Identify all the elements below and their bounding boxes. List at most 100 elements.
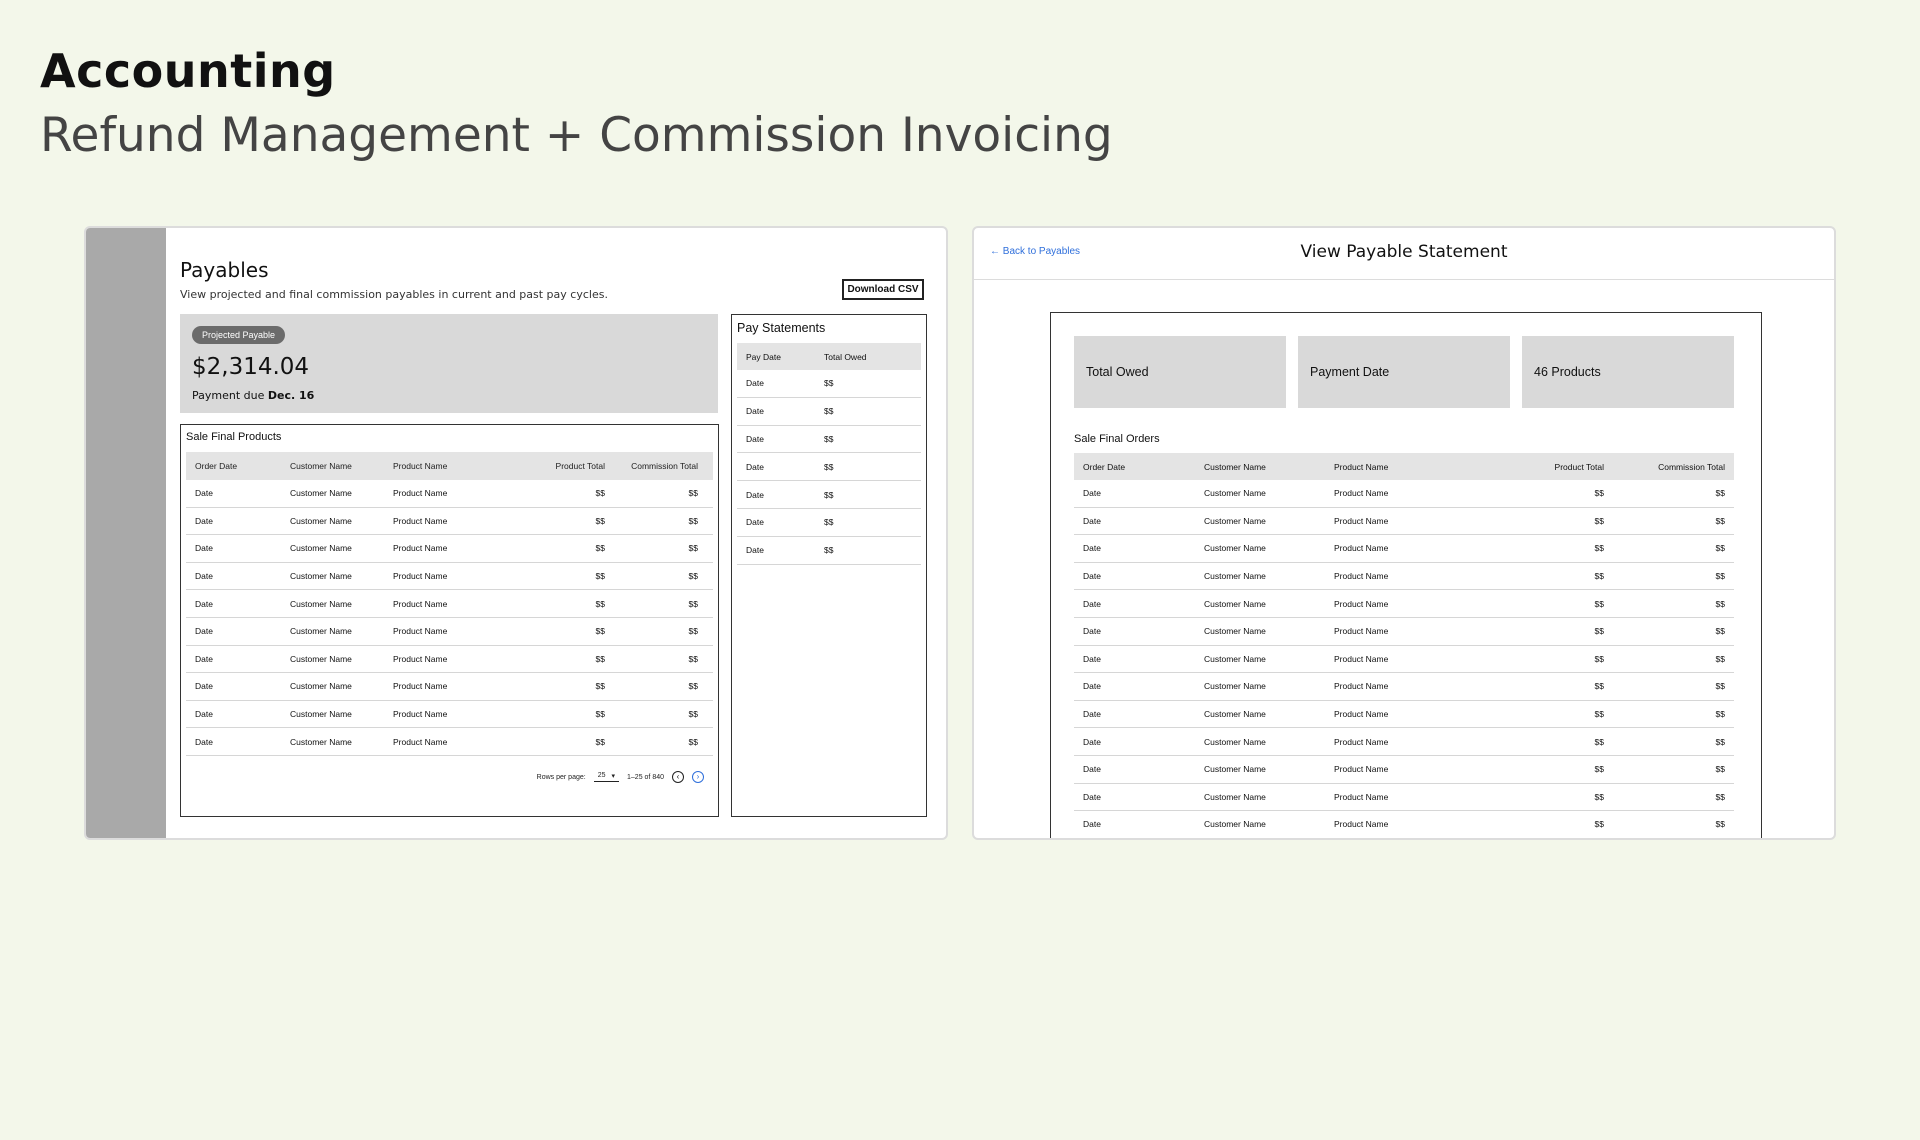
table-row[interactable]: Date Customer Name Product Name $$ $$ (186, 535, 713, 563)
table-cell: $$ (824, 489, 834, 500)
table-row[interactable]: Date Customer Name Product Name $$ $$ (1074, 811, 1734, 838)
table-row[interactable]: Date Customer Name Product Name $$ $$ (186, 673, 713, 701)
table-row[interactable]: Date $$ (737, 481, 921, 509)
payable-statement-screen: ← Back to Payables View Payable Statemen… (972, 226, 1836, 840)
table-cell: Date (195, 571, 213, 582)
table-row[interactable]: Date Customer Name Product Name $$ $$ (1074, 480, 1734, 508)
total-owed-card: Total Owed (1074, 336, 1286, 408)
table-cell: Customer Name (1204, 764, 1266, 775)
table-cell: $$ (824, 517, 834, 528)
column-header[interactable]: Order Date (1074, 462, 1204, 472)
table-cell: $$ (1715, 791, 1725, 802)
table-cell: Date (746, 517, 764, 528)
table-row[interactable]: Date Customer Name Product Name $$ $$ (186, 701, 713, 729)
table-row[interactable]: Date $$ (737, 537, 921, 565)
table-cell: Date (195, 515, 213, 526)
table-cell: Product Name (1334, 764, 1389, 775)
statement-document: Total Owed Payment Date 46 Products Sale… (1050, 312, 1762, 838)
table-cell: $$ (1594, 653, 1604, 664)
table-cell: Customer Name (1204, 736, 1266, 747)
table-cell: Date (1083, 791, 1101, 802)
table-cell: Date (195, 488, 213, 499)
table-cell: Customer Name (290, 598, 352, 609)
column-header[interactable]: Total Owed (824, 352, 921, 362)
table-cell: Product Name (393, 515, 448, 526)
table-cell: Customer Name (1204, 571, 1266, 582)
table-row[interactable]: Date Customer Name Product Name $$ $$ (1074, 728, 1734, 756)
table-row[interactable]: Date Customer Name Product Name $$ $$ (186, 563, 713, 591)
table-cell: Product Name (1334, 736, 1389, 747)
table-cell: Customer Name (290, 571, 352, 582)
table-row[interactable]: Date $$ (737, 398, 921, 426)
table-cell: Product Name (1334, 515, 1389, 526)
table-cell: Date (1083, 488, 1101, 499)
table-row[interactable]: Date Customer Name Product Name $$ $$ (1074, 673, 1734, 701)
column-header[interactable]: Pay Date (737, 352, 824, 362)
table-cell: $$ (1594, 598, 1604, 609)
table-cell: Product Name (393, 488, 448, 499)
table-row[interactable]: Date $$ (737, 370, 921, 398)
table-cell: $$ (595, 543, 605, 554)
table-cell: Date (1083, 598, 1101, 609)
table-row[interactable]: Date Customer Name Product Name $$ $$ (186, 618, 713, 646)
table-row[interactable]: Date $$ (737, 509, 921, 537)
table-cell: Product Name (393, 681, 448, 692)
table-cell: Date (1083, 681, 1101, 692)
table-row[interactable]: Date Customer Name Product Name $$ $$ (1074, 563, 1734, 591)
table-row[interactable]: Date Customer Name Product Name $$ $$ (1074, 701, 1734, 729)
table-cell: Customer Name (1204, 598, 1266, 609)
table-cell: $$ (824, 545, 834, 556)
table-row[interactable]: Date Customer Name Product Name $$ $$ (186, 590, 713, 618)
column-header[interactable]: Customer Name (1204, 462, 1334, 472)
column-header[interactable]: Commission Total (605, 461, 707, 471)
table-cell: Date (746, 545, 764, 556)
sidebar (86, 228, 166, 838)
table-row[interactable]: Date Customer Name Product Name $$ $$ (186, 728, 713, 756)
table-cell: Date (195, 543, 213, 554)
table-row[interactable]: Date Customer Name Product Name $$ $$ (1074, 535, 1734, 563)
table-row[interactable]: Date Customer Name Product Name $$ $$ (186, 646, 713, 674)
column-header[interactable]: Product Total (1474, 462, 1604, 472)
column-header[interactable]: Product Name (393, 461, 503, 471)
payment-due: Payment due Dec. 16 (192, 389, 314, 402)
table-cell: Product Name (1334, 488, 1389, 499)
table-row[interactable]: Date $$ (737, 453, 921, 482)
table-cell: Product Name (1334, 571, 1389, 582)
column-header[interactable]: Product Total (503, 461, 605, 471)
column-header[interactable]: Product Name (1334, 462, 1474, 472)
table-row[interactable]: Date Customer Name Product Name $$ $$ (1074, 590, 1734, 618)
table-cell: Date (746, 461, 764, 472)
projected-payable-card: Projected Payable $2,314.04 Payment due … (180, 314, 718, 413)
previous-page-icon[interactable]: ‹ (672, 771, 684, 783)
table-row[interactable]: Date Customer Name Product Name $$ $$ (186, 480, 713, 508)
table-cell: $$ (688, 736, 698, 747)
table-cell: Date (1083, 764, 1101, 775)
table-cell: $$ (688, 515, 698, 526)
table-cell: Date (195, 626, 213, 637)
table-row[interactable]: Date Customer Name Product Name $$ $$ (1074, 646, 1734, 674)
table-cell: Date (195, 653, 213, 664)
column-header[interactable]: Commission Total (1604, 462, 1734, 472)
table-cell: $$ (595, 571, 605, 582)
table-cell: $$ (688, 488, 698, 499)
table-row[interactable]: Date Customer Name Product Name $$ $$ (186, 508, 713, 536)
products-count-card: 46 Products (1522, 336, 1734, 408)
rows-per-page-select[interactable]: 25 ▾ (593, 772, 620, 782)
column-header[interactable]: Customer Name (290, 461, 393, 471)
table-row[interactable]: Date $$ (737, 426, 921, 454)
table-cell: Customer Name (1204, 653, 1266, 664)
next-page-icon[interactable]: › (692, 771, 704, 783)
payables-screen: Payables View projected and final commis… (84, 226, 948, 840)
table-cell: $$ (595, 736, 605, 747)
pagination: Rows per page: 25 ▾ 1–25 of 840 ‹ › (537, 771, 704, 783)
column-header[interactable]: Order Date (186, 461, 290, 471)
table-cell: $$ (688, 709, 698, 720)
table-row[interactable]: Date Customer Name Product Name $$ $$ (1074, 756, 1734, 784)
table-row[interactable]: Date Customer Name Product Name $$ $$ (1074, 508, 1734, 536)
projected-amount: $2,314.04 (192, 354, 310, 380)
table-row[interactable]: Date Customer Name Product Name $$ $$ (1074, 784, 1734, 812)
download-csv-button[interactable]: Download CSV (842, 279, 924, 300)
table-row[interactable]: Date Customer Name Product Name $$ $$ (1074, 618, 1734, 646)
table-cell: Product Name (1334, 709, 1389, 720)
table-cell: $$ (595, 488, 605, 499)
